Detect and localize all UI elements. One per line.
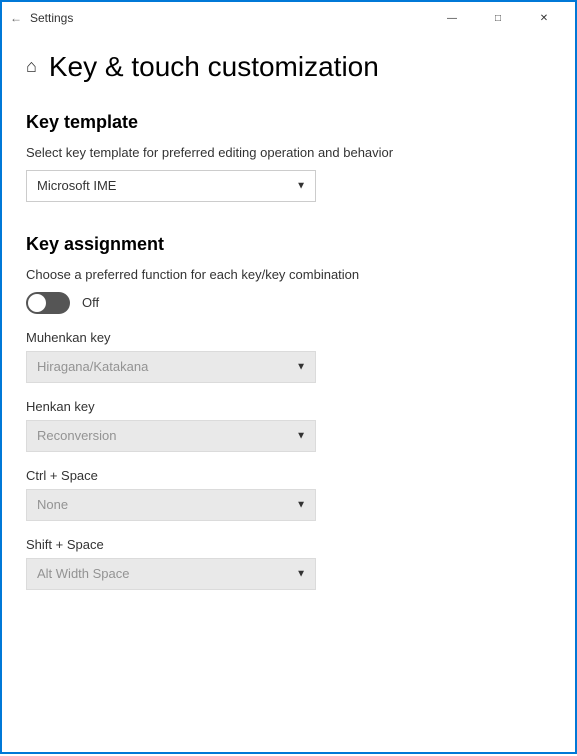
ctrl-space-row: Ctrl + Space None IME On/Off Hiragana/Ka… — [26, 468, 551, 521]
minimize-button[interactable]: — — [429, 2, 475, 34]
close-button[interactable]: ✕ — [521, 2, 567, 34]
henkan-dropdown-container: Reconversion None Hiragana/Katakana ▼ — [26, 420, 316, 452]
muhenkan-key-row: Muhenkan key Hiragana/Katakana None Reco… — [26, 330, 551, 383]
ctrl-space-dropdown[interactable]: None IME On/Off Hiragana/Katakana — [26, 489, 316, 521]
toggle-label: Off — [82, 295, 99, 310]
key-assignment-toggle[interactable] — [26, 292, 70, 314]
key-template-description: Select key template for preferred editin… — [26, 145, 551, 160]
shift-space-dropdown[interactable]: Alt Width Space None Full-width Space — [26, 558, 316, 590]
henkan-key-label: Henkan key — [26, 399, 551, 414]
back-button[interactable]: ← — [10, 11, 22, 25]
page-header: ⌂ Key & touch customization — [26, 50, 551, 84]
maximize-button[interactable]: □ — [475, 2, 521, 34]
key-assignment-section: Key assignment Choose a preferred functi… — [26, 234, 551, 590]
key-template-dropdown-container: Microsoft IME ATOK MS-IME 2002 Custom ▼ — [26, 170, 316, 202]
ctrl-space-dropdown-container: None IME On/Off Hiragana/Katakana ▼ — [26, 489, 316, 521]
muhenkan-key-label: Muhenkan key — [26, 330, 551, 345]
key-template-section-title: Key template — [26, 112, 551, 133]
toggle-knob — [28, 294, 46, 312]
key-assignment-description: Choose a preferred function for each key… — [26, 267, 551, 282]
toggle-row: Off — [26, 292, 551, 314]
shift-space-row: Shift + Space Alt Width Space None Full-… — [26, 537, 551, 590]
title-bar: ← Settings — □ ✕ — [2, 2, 575, 34]
title-bar-controls: — □ ✕ — [429, 2, 567, 34]
shift-space-label: Shift + Space — [26, 537, 551, 552]
main-content: ⌂ Key & touch customization Key template… — [2, 34, 575, 756]
key-template-dropdown[interactable]: Microsoft IME ATOK MS-IME 2002 Custom — [26, 170, 316, 202]
page-title: Key & touch customization — [49, 50, 379, 84]
home-icon[interactable]: ⌂ — [26, 56, 37, 77]
key-template-section: Key template Select key template for pre… — [26, 112, 551, 202]
ctrl-space-label: Ctrl + Space — [26, 468, 551, 483]
muhenkan-dropdown[interactable]: Hiragana/Katakana None Reconversion — [26, 351, 316, 383]
muhenkan-dropdown-container: Hiragana/Katakana None Reconversion ▼ — [26, 351, 316, 383]
shift-space-dropdown-container: Alt Width Space None Full-width Space ▼ — [26, 558, 316, 590]
key-assignment-section-title: Key assignment — [26, 234, 551, 255]
title-bar-left: ← Settings — [10, 11, 73, 25]
title-bar-title: Settings — [30, 11, 73, 25]
henkan-dropdown[interactable]: Reconversion None Hiragana/Katakana — [26, 420, 316, 452]
henkan-key-row: Henkan key Reconversion None Hiragana/Ka… — [26, 399, 551, 452]
